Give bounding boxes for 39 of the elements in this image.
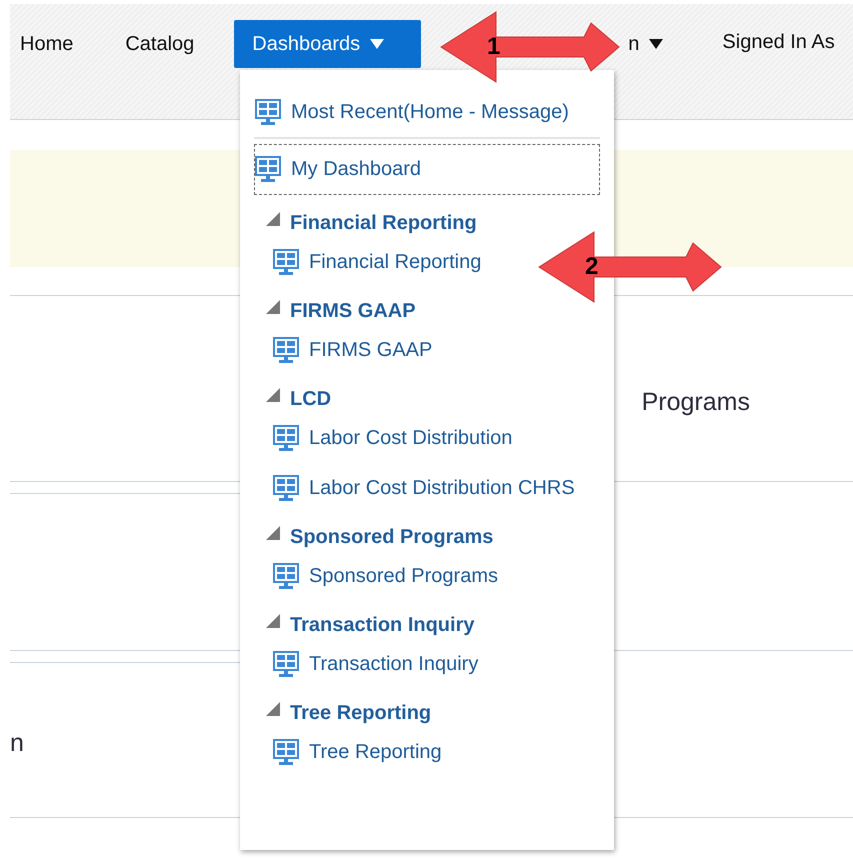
menu-item[interactable]: Most Recent(Home - Message) (254, 96, 570, 129)
menu-group-heading: LCD (290, 388, 332, 410)
menu-item[interactable]: Labor Cost Distribution (272, 417, 514, 459)
dashboards-menu-button[interactable]: Dashboards (234, 20, 422, 68)
expanded-triangle-icon[interactable] (264, 700, 280, 716)
expanded-triangle-icon[interactable] (264, 612, 280, 628)
section-heading: n (10, 729, 24, 758)
dashboard-icon (255, 99, 281, 126)
expanded-triangle-icon[interactable] (264, 524, 280, 540)
menu-group-heading: FIRMS GAAP (290, 300, 416, 322)
dashboard-icon (273, 336, 299, 364)
dashboard-icon (273, 650, 299, 678)
dashboard-icon (273, 248, 299, 276)
menu-group-heading: Sponsored Programs (290, 526, 494, 548)
nav-link[interactable]: Home (20, 20, 74, 68)
nav-link[interactable]: Signed In As (722, 20, 835, 64)
menu-item[interactable]: Financial Reporting (272, 241, 482, 283)
menu-group-heading: Financial Reporting (290, 212, 477, 234)
menu-group-heading: Transaction Inquiry (290, 614, 474, 636)
dashboard-icon (255, 156, 281, 183)
dashboard-icon (273, 562, 299, 590)
menu-item[interactable]: Labor Cost Distribution CHRS (272, 467, 576, 509)
annotation-number: 2 (585, 253, 598, 281)
menu-item[interactable]: Transaction Inquiry (272, 643, 480, 685)
nav-link[interactable]: Catalog (125, 20, 194, 68)
menu-item[interactable]: Tree Reporting (272, 731, 443, 773)
nav-link[interactable]: n (628, 20, 664, 68)
menu-item[interactable]: My Dashboard (254, 144, 600, 195)
expanded-triangle-icon[interactable] (264, 298, 280, 314)
dashboard-icon (273, 738, 299, 766)
section-heading: Programs (642, 388, 750, 417)
expanded-triangle-icon[interactable] (264, 210, 280, 226)
menu-group-heading: Tree Reporting (290, 702, 432, 724)
dashboard-icon (273, 424, 299, 452)
menu-item[interactable]: Sponsored Programs (272, 555, 499, 597)
annotation-number: 1 (487, 33, 500, 61)
dashboard-icon (273, 474, 299, 502)
menu-item[interactable]: FIRMS GAAP (272, 329, 434, 371)
expanded-triangle-icon[interactable] (264, 386, 280, 402)
